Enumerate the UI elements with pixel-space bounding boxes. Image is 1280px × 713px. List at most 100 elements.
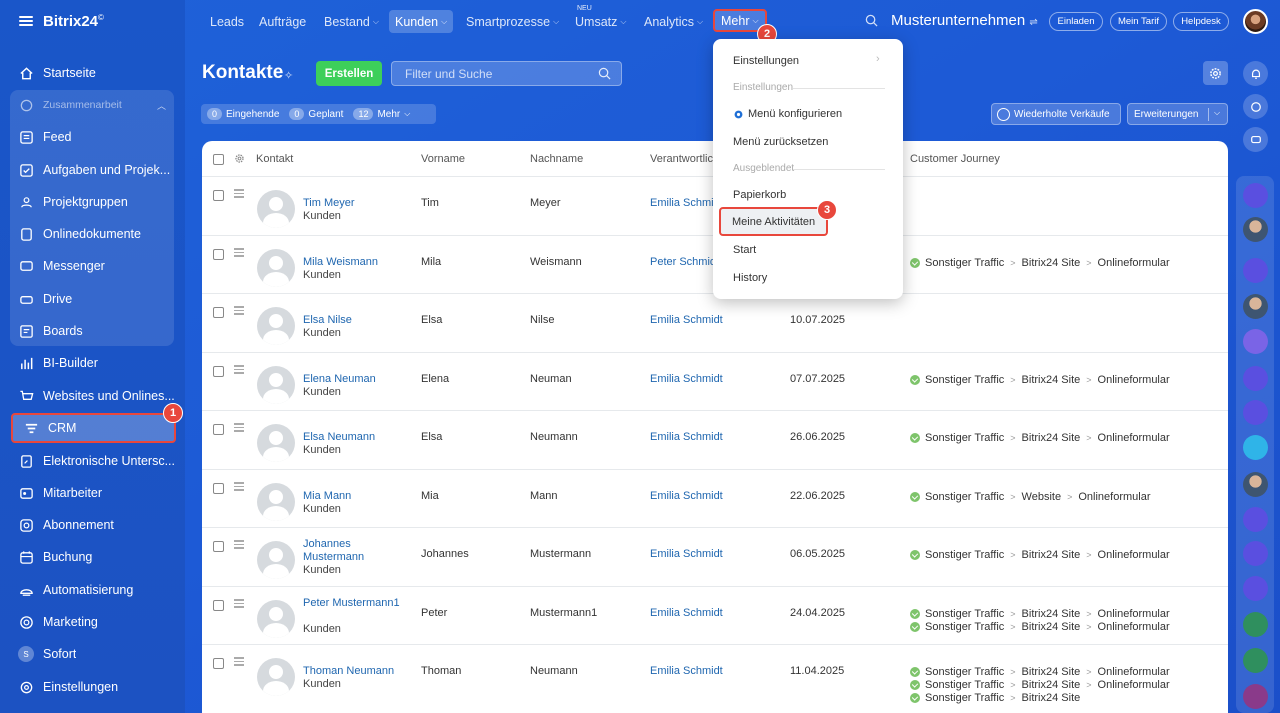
- responsible-link[interactable]: Emilia Schmidt: [650, 665, 723, 677]
- tab-umsatz[interactable]: Umsatz ⌵: [569, 10, 632, 33]
- sidebar-item-feed[interactable]: Feed: [8, 122, 176, 152]
- contact-name-link[interactable]: Thoman Neumann: [303, 665, 408, 678]
- tab-kunden[interactable]: Kunden ⌵: [389, 10, 454, 33]
- contact-name-link[interactable]: Elena Neuman: [303, 373, 408, 386]
- contact-name-link[interactable]: Peter Mustermann1: [303, 597, 408, 610]
- drag-handle-icon[interactable]: [234, 657, 244, 668]
- menu-item-einstellungen[interactable]: Einstellungen: [733, 55, 799, 67]
- responsible-link[interactable]: Emilia Schmidt: [650, 373, 723, 385]
- invite-button[interactable]: Einladen: [1049, 12, 1103, 31]
- row-checkbox[interactable]: [213, 483, 224, 494]
- drag-handle-icon[interactable]: [234, 482, 244, 493]
- responsible-link[interactable]: Emilia Schmidt: [650, 490, 723, 502]
- app-icon[interactable]: [1243, 507, 1268, 532]
- sidebar-item-zusammenarbeit[interactable]: Zusammenarbeit ︿: [8, 90, 176, 120]
- create-button[interactable]: Erstellen: [316, 61, 382, 86]
- lock-icon[interactable]: [1243, 684, 1268, 709]
- gear-icon[interactable]: [234, 153, 245, 164]
- app-icon[interactable]: [1243, 258, 1268, 283]
- responsible-link[interactable]: Emilia Schmidt: [650, 607, 723, 619]
- row-checkbox[interactable]: [213, 249, 224, 260]
- menu-item-papierkorb[interactable]: Papierkorb: [733, 189, 786, 201]
- sidebar-item-drive[interactable]: Drive: [8, 284, 176, 314]
- menu-item-history[interactable]: History: [733, 272, 767, 284]
- tab-leads[interactable]: Leads: [204, 10, 250, 33]
- helpdesk-button[interactable]: Helpdesk: [1173, 12, 1229, 31]
- app-icon[interactable]: [1243, 183, 1268, 208]
- contact-name-link[interactable]: Tim Meyer: [303, 197, 408, 210]
- extensions-button[interactable]: Erweiterungen ⌵: [1127, 103, 1228, 125]
- table-row[interactable]: Elsa Neumann Kunden Elsa Neumann Emilia Schm…: [202, 410, 1228, 469]
- contact-name-link[interactable]: Elsa Nilse: [303, 314, 408, 327]
- table-row[interactable]: Johannes Mustermann Kunden Johannes Musterm…: [202, 527, 1228, 586]
- row-checkbox[interactable]: [213, 658, 224, 669]
- drag-handle-icon[interactable]: [234, 248, 244, 259]
- drag-handle-icon[interactable]: [234, 540, 244, 551]
- contact-name-link[interactable]: Mia Mann: [303, 490, 408, 503]
- drag-handle-icon[interactable]: [234, 365, 244, 376]
- sidebar-item-automatisierung[interactable]: Automatisierung: [8, 575, 176, 605]
- app-icon[interactable]: [1243, 541, 1268, 566]
- search-icon[interactable]: [865, 14, 878, 27]
- counter-more[interactable]: Mehr: [377, 109, 400, 120]
- tab-analytics[interactable]: Analytics ⌵: [638, 10, 709, 33]
- sidebar-item-startseite[interactable]: Startseite: [8, 58, 176, 88]
- contact-avatar[interactable]: [1243, 472, 1268, 497]
- contact-name-link[interactable]: Johannes Mustermann: [303, 538, 408, 564]
- chevron-up-icon[interactable]: ︿: [157, 99, 166, 112]
- responsible-link[interactable]: Emilia Schmidt: [650, 431, 723, 443]
- tab-auftraege[interactable]: Aufträge: [253, 10, 312, 33]
- row-checkbox[interactable]: [213, 190, 224, 201]
- sidebar-item-messenger[interactable]: Messenger: [8, 251, 176, 281]
- row-checkbox[interactable]: [213, 424, 224, 435]
- logo[interactable]: Bitrix24©: [43, 13, 104, 30]
- lock-icon[interactable]: [1243, 612, 1268, 637]
- table-row[interactable]: Elsa Nilse Kunden Elsa Nilse Emilia Schmidt 1…: [202, 293, 1228, 352]
- column-header[interactable]: Verantwortlic: [650, 141, 713, 176]
- contact-avatar[interactable]: [1243, 294, 1268, 319]
- responsible-link[interactable]: Peter Schmid: [650, 256, 716, 268]
- column-header[interactable]: Kontakt: [256, 141, 293, 176]
- sidebar-item-websites[interactable]: Websites und Onlines...: [8, 381, 176, 411]
- responsible-link[interactable]: Emilia Schmidt: [650, 548, 723, 560]
- sidebar-item-mitarbeiter[interactable]: Mitarbeiter: [8, 478, 176, 508]
- chat-icon[interactable]: [1243, 127, 1268, 152]
- notification-icon[interactable]: [1243, 61, 1268, 86]
- responsible-link[interactable]: Emilia Schmid: [650, 197, 720, 209]
- table-row[interactable]: Peter Mustermann1 Kunden Peter Mustermann1 E…: [202, 586, 1228, 644]
- sidebar-item-marketing[interactable]: Marketing: [8, 607, 176, 637]
- contact-name-link[interactable]: Mila Weismann: [303, 256, 408, 269]
- tariff-button[interactable]: Mein Tarif: [1110, 12, 1167, 31]
- row-checkbox[interactable]: [213, 366, 224, 377]
- column-header[interactable]: Vorname: [421, 141, 465, 176]
- app-icon[interactable]: [1243, 576, 1268, 601]
- company-name[interactable]: Musterunternehmen ⇌: [891, 12, 1038, 29]
- row-checkbox[interactable]: [213, 600, 224, 611]
- app-icon[interactable]: [1243, 366, 1268, 391]
- table-row[interactable]: Elena Neuman Kunden Elena Neuman Emilia Schm…: [202, 352, 1228, 410]
- app-icon[interactable]: [1243, 400, 1268, 425]
- repeat-sales-button[interactable]: Wiederholte Verkäufe: [991, 103, 1121, 125]
- contact-avatar[interactable]: [1243, 217, 1268, 242]
- sidebar-item-bi-builder[interactable]: BI-Builder: [8, 348, 176, 378]
- tab-bestand[interactable]: Bestand ⌵: [318, 10, 385, 33]
- lock-icon[interactable]: [1243, 648, 1268, 673]
- sidebar-item-einstellungen[interactable]: Einstellungen: [8, 672, 176, 702]
- sidebar-item-buchung[interactable]: Buchung: [8, 542, 176, 572]
- chat-bubble-icon[interactable]: [1243, 435, 1268, 460]
- counter-planned[interactable]: Geplant: [308, 109, 343, 120]
- menu-icon[interactable]: [19, 16, 33, 26]
- sidebar-item-boards[interactable]: Boards: [8, 316, 176, 346]
- menu-item-meine-aktivitaeten[interactable]: Meine Aktivitäten: [719, 207, 828, 236]
- column-header[interactable]: Customer Journey: [910, 141, 1000, 176]
- tab-smartprozesse[interactable]: Smartprozesse ⌵: [460, 10, 565, 33]
- sidebar-item-projektgruppen[interactable]: Projektgruppen: [8, 187, 176, 217]
- pin-icon[interactable]: ✧: [284, 69, 293, 82]
- table-row[interactable]: Thoman Neumann Kunden Thoman Neumann Emilia …: [202, 644, 1228, 713]
- sidebar-item-aufgaben[interactable]: Aufgaben und Projek...: [8, 155, 176, 185]
- settings-button[interactable]: [1203, 61, 1228, 85]
- drag-handle-icon[interactable]: [234, 189, 244, 200]
- sidebar-item-crm[interactable]: CRM: [11, 413, 176, 443]
- select-all-checkbox[interactable]: [213, 154, 224, 165]
- contact-name-link[interactable]: Elsa Neumann: [303, 431, 408, 444]
